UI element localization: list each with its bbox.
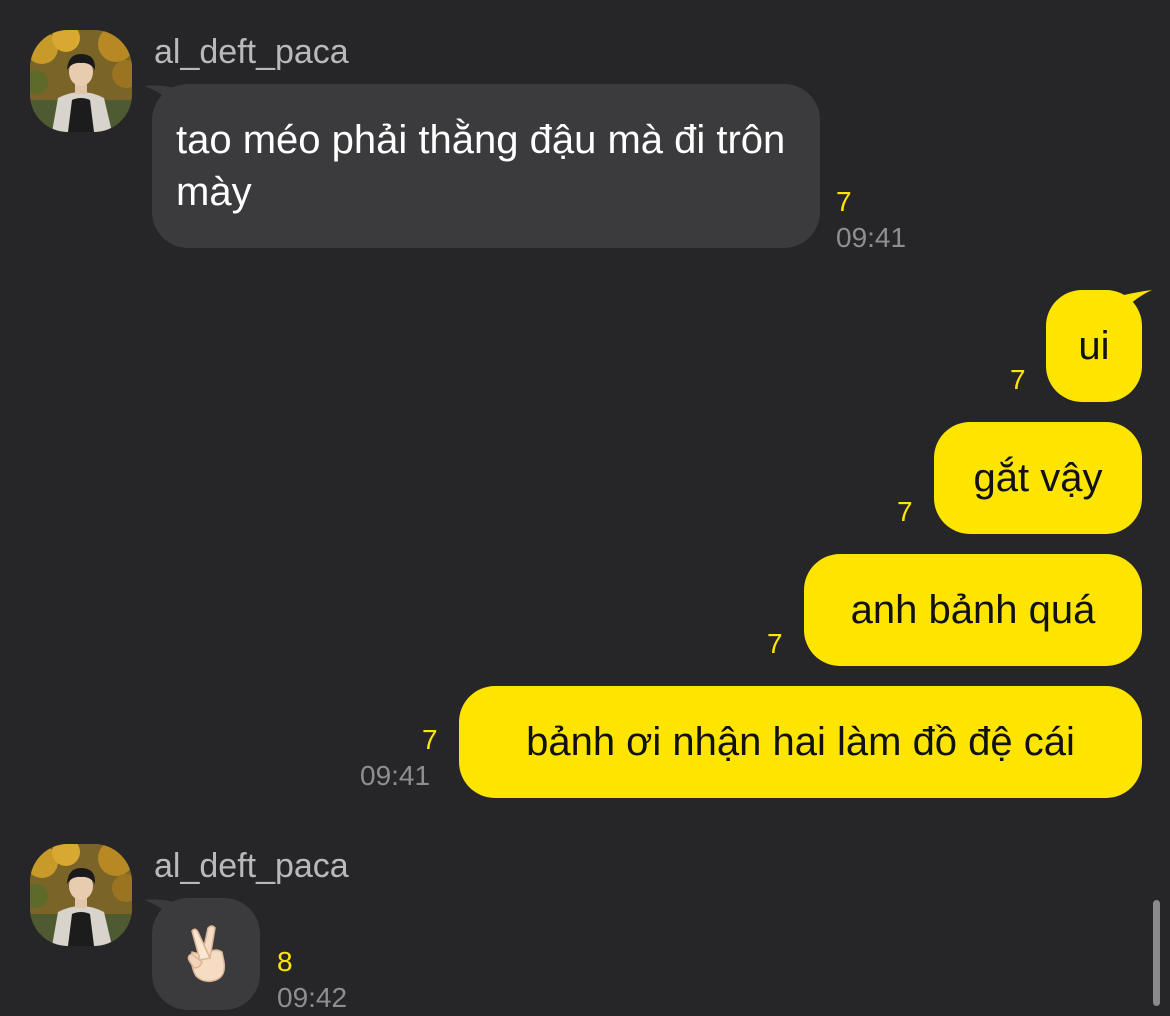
message-time: 09:42	[277, 982, 348, 1013]
scrollbar[interactable]	[1153, 900, 1160, 1006]
message-text: gắt vậy	[973, 456, 1103, 500]
message-text: ui	[1078, 324, 1110, 368]
message-bubble[interactable]: bảnh ơi nhận hai làm đồ đệ cái	[459, 686, 1142, 798]
unread-count: 7	[897, 496, 913, 527]
chat-view: al_deft_paca tao méo phải thằng đậu mà đ…	[0, 0, 1170, 1016]
unread-count: 7	[767, 628, 783, 659]
avatar-photo	[30, 30, 132, 132]
avatar[interactable]	[30, 30, 132, 132]
message-text: anh bảnh quá	[850, 588, 1096, 632]
sender-name: al_deft_paca	[154, 33, 349, 71]
message-time: 09:41	[360, 760, 431, 791]
message-bubble[interactable]	[152, 898, 260, 1010]
message-bubble[interactable]: anh bảnh quá	[804, 554, 1142, 666]
unread-count: 8	[277, 946, 293, 977]
unread-count: 7	[422, 724, 438, 755]
unread-count: 7	[836, 186, 852, 217]
avatar-photo	[30, 844, 132, 946]
message-time: 09:41	[836, 222, 907, 253]
message-bubble[interactable]: gắt vậy	[934, 422, 1142, 534]
crossed-fingers-emoji	[187, 925, 226, 983]
unread-count: 7	[1010, 364, 1026, 395]
message-text: tao méo phải thằng đậu mà đi trôn mày	[176, 118, 786, 214]
avatar[interactable]	[30, 844, 132, 946]
sender-name: al_deft_paca	[154, 847, 349, 885]
message-bubble[interactable]: tao méo phải thằng đậu mà đi trôn mày	[152, 84, 820, 248]
message-bubble[interactable]: ui	[1046, 290, 1142, 402]
message-text: bảnh ơi nhận hai làm đồ đệ cái	[526, 720, 1075, 764]
